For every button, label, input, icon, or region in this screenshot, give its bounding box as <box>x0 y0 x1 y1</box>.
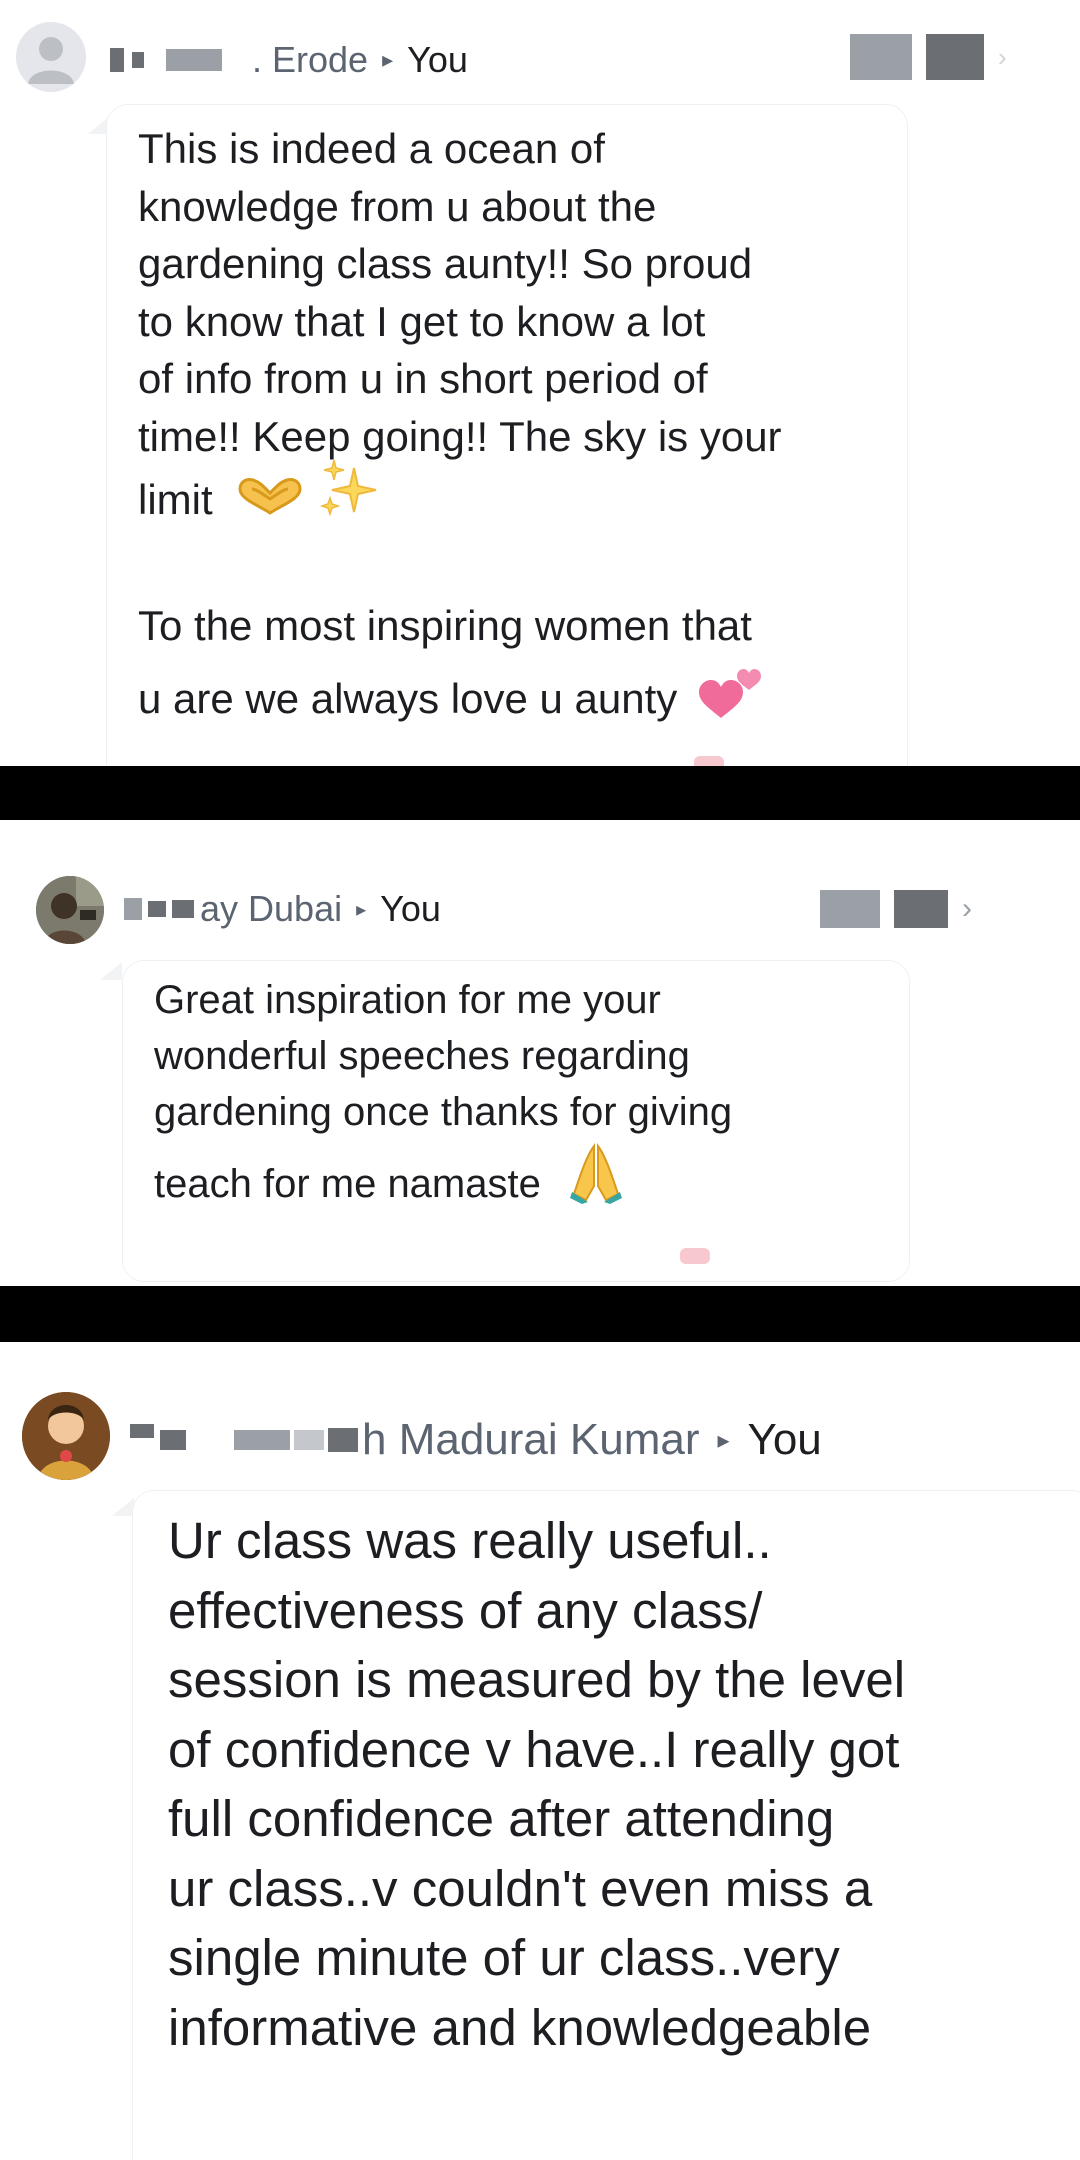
redacted-name <box>294 1430 324 1450</box>
recipient-name[interactable]: You <box>380 888 441 930</box>
redacted-name <box>172 900 194 918</box>
message-text: This is indeed a ocean of knowledge from… <box>138 125 782 460</box>
sender-name[interactable]: ay Dubai <box>200 888 342 930</box>
avatar-photo[interactable] <box>22 1392 110 1480</box>
profile-photo-icon <box>22 1392 110 1480</box>
message-card-3: h Madurai Kumar ▸ You Ur class was reall… <box>0 1342 1080 2160</box>
message-text-limit-word: limit <box>138 476 213 523</box>
redacted-timestamp <box>926 34 984 80</box>
redacted-name <box>328 1428 358 1452</box>
redacted-name <box>234 1430 290 1450</box>
avatar-photo[interactable] <box>36 876 104 944</box>
redacted-timestamp <box>894 890 948 928</box>
sender-name[interactable]: . Erode <box>252 39 368 81</box>
recipient-name[interactable]: You <box>407 39 468 81</box>
reaction-indicator <box>680 1248 710 1264</box>
message-text-3-words: u are we always love u aunty <box>138 675 678 723</box>
message-text-2: To the most inspiring women that <box>138 602 752 649</box>
message-card-1: . Erode ▸ You › This is indeed a ocean o… <box>0 0 1080 766</box>
more-icon[interactable]: › <box>998 42 1007 73</box>
redacted-timestamp <box>850 34 912 80</box>
recipient-name[interactable]: You <box>748 1415 822 1465</box>
message-text-last-words: teach for me namaste <box>154 1162 541 1207</box>
message-text: Ur class was really useful.. effectivene… <box>168 1512 906 2056</box>
message-text-3: u are we always love u aunty <box>138 666 767 738</box>
redacted-name <box>130 1424 154 1438</box>
redacted-name <box>124 898 142 920</box>
redacted-name <box>148 901 166 917</box>
profile-photo-icon <box>36 876 104 944</box>
section-divider <box>0 1286 1080 1342</box>
redacted-name <box>160 1430 186 1450</box>
message-card-2: ay Dubai ▸ You › Great inspiration for m… <box>0 820 1080 1286</box>
arrow-icon: ▸ <box>382 47 394 72</box>
message-text-limit: limit <box>138 459 380 534</box>
heart-hands-icon <box>234 473 306 533</box>
section-divider <box>0 766 1080 820</box>
two-hearts-icon <box>697 666 767 738</box>
bubble-tail <box>100 962 122 980</box>
avatar-placeholder[interactable] <box>16 22 86 92</box>
folded-hands-icon <box>568 1142 624 1223</box>
message-text: Great inspiration for me your wonderful … <box>154 978 733 1134</box>
arrow-icon: ▸ <box>356 898 367 921</box>
redacted-name <box>110 48 124 72</box>
reaction-indicator <box>694 756 724 766</box>
sender-name[interactable]: h Madurai Kumar <box>362 1415 699 1465</box>
person-icon <box>28 37 74 84</box>
bubble-tail <box>112 1498 134 1516</box>
redacted-name <box>166 49 222 71</box>
redacted-name <box>132 52 144 68</box>
arrow-icon: ▸ <box>717 1426 730 1454</box>
redacted-timestamp <box>820 890 880 928</box>
chevron-right-icon[interactable]: › <box>962 892 972 926</box>
sparkles-icon <box>319 458 380 534</box>
message-text-last: teach for me namaste <box>154 1142 624 1223</box>
